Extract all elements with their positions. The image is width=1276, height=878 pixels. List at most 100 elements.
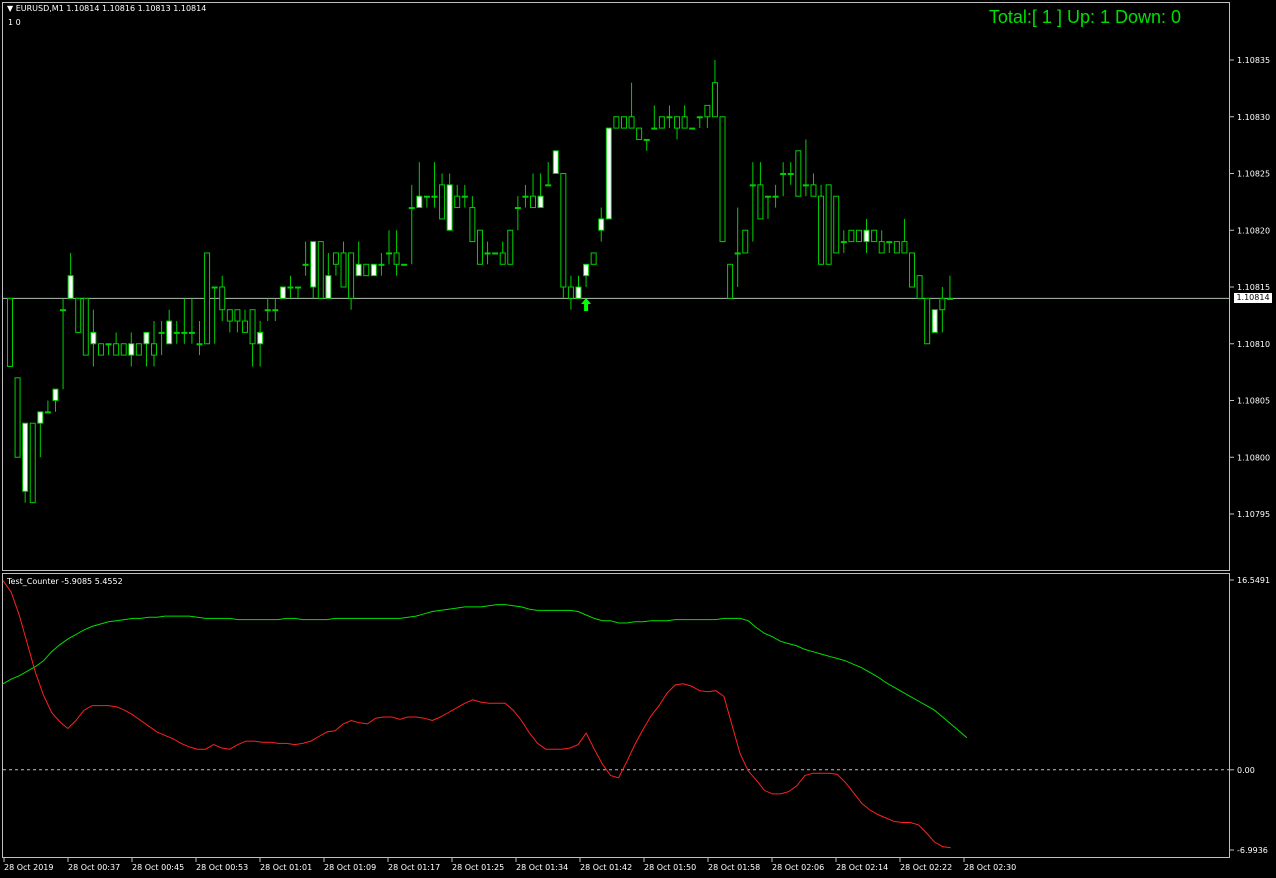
candle-body — [909, 252, 916, 288]
candle-body — [924, 297, 931, 345]
candle-body — [75, 297, 82, 333]
candle-body — [416, 195, 423, 209]
candle-body — [492, 252, 499, 255]
candle-body — [67, 275, 74, 299]
indicator-axis-label: 0.00 — [1237, 766, 1255, 775]
time-axis-label: 28 Oct 02:30 — [964, 863, 1016, 872]
candle-body — [742, 229, 749, 254]
candle-body — [749, 184, 756, 187]
candle-body — [757, 184, 764, 220]
candle-body — [666, 116, 673, 119]
candle-body — [878, 241, 885, 254]
candle-body — [204, 252, 211, 345]
candle-body — [674, 116, 681, 129]
candle-body — [863, 229, 870, 243]
candle-body — [598, 218, 605, 231]
candle-body — [287, 286, 294, 289]
candle-body — [620, 116, 627, 129]
candle-body — [378, 263, 385, 266]
candle-body — [931, 309, 938, 333]
candle-body — [52, 388, 59, 401]
indicator-axis-label: 16.5491 — [1237, 576, 1270, 585]
candle-body — [530, 195, 537, 209]
time-axis-label: 28 Oct 01:17 — [388, 863, 440, 872]
candle-body — [780, 173, 787, 175]
candle-body — [499, 252, 506, 265]
candle-body — [727, 263, 734, 299]
candle-body — [325, 275, 332, 299]
candle-body — [734, 252, 741, 255]
time-axis-label: 28 Oct 01:58 — [708, 863, 760, 872]
time-axis-label: 28 Oct 01:25 — [452, 863, 504, 872]
candle-body — [151, 343, 158, 356]
up-counter-line — [2, 604, 968, 739]
candle-body — [711, 82, 718, 118]
candle-body — [431, 195, 438, 198]
current-price-box: 1.10814 — [1234, 293, 1272, 303]
candle-body — [14, 377, 21, 458]
candle-body — [97, 343, 104, 356]
candle-body — [143, 331, 150, 345]
time-axis-label: 28 Oct 02:06 — [772, 863, 824, 872]
candle-body — [628, 116, 635, 129]
candle-body — [386, 252, 392, 255]
candle-body — [514, 207, 521, 210]
candle-body — [590, 252, 597, 265]
candle-body — [241, 320, 248, 333]
candle-body — [408, 207, 415, 210]
price-axis-label: 1.10825 — [1237, 170, 1270, 179]
candle-body — [264, 309, 271, 312]
candle-body — [355, 263, 362, 277]
candle-body — [363, 263, 370, 277]
candle-body — [188, 331, 195, 334]
candle-body — [575, 286, 582, 299]
candle-body — [476, 229, 483, 265]
candle-body — [82, 297, 89, 356]
candle-body — [44, 411, 51, 414]
candle-body — [787, 173, 794, 175]
candle-body — [583, 263, 590, 277]
candle-body — [469, 207, 476, 243]
time-axis-label: 28 Oct 02:22 — [900, 863, 952, 872]
candle-body — [484, 252, 491, 255]
candle-body — [818, 195, 825, 265]
candle-body — [60, 309, 67, 312]
candle-body — [946, 297, 953, 300]
candle-body — [765, 195, 771, 198]
candle-body — [552, 150, 559, 175]
candle-body — [840, 241, 847, 244]
candle-body — [916, 275, 923, 299]
candle-body — [158, 331, 165, 334]
candle-body — [848, 229, 855, 243]
candle-body — [886, 241, 893, 244]
candle-body — [317, 241, 324, 299]
candle-body — [658, 116, 665, 129]
candle-body — [545, 184, 552, 187]
price-axis-label: 1.10830 — [1237, 113, 1270, 122]
time-axis-label: 28 Oct 01:34 — [516, 863, 568, 872]
time-axis-label: 28 Oct 01:01 — [260, 863, 312, 872]
time-axis-label: 28 Oct 00:37 — [68, 863, 120, 872]
indicator-axis-label: -6.9936 — [1237, 846, 1268, 855]
candle-body — [871, 229, 878, 243]
candle-body — [310, 241, 317, 288]
candle-body — [696, 116, 703, 119]
candle-body — [939, 297, 946, 311]
candle-body — [833, 195, 840, 254]
candle-body — [605, 127, 612, 220]
candle-body — [340, 252, 347, 288]
candle-body — [279, 286, 286, 299]
candle-body — [348, 252, 355, 299]
candle-body — [810, 184, 817, 197]
candle-body — [651, 127, 658, 130]
candle-body — [211, 286, 218, 289]
candle-body — [855, 229, 862, 243]
candle-body — [370, 263, 377, 277]
price-axis-label: 1.10800 — [1237, 453, 1270, 462]
candle-body — [567, 286, 574, 299]
candle-body — [249, 309, 256, 345]
price-axis-label: 1.10810 — [1237, 340, 1270, 349]
time-axis-label: 28 Oct 02:14 — [836, 863, 888, 872]
candle-body — [295, 286, 302, 289]
candle-body — [219, 286, 226, 311]
